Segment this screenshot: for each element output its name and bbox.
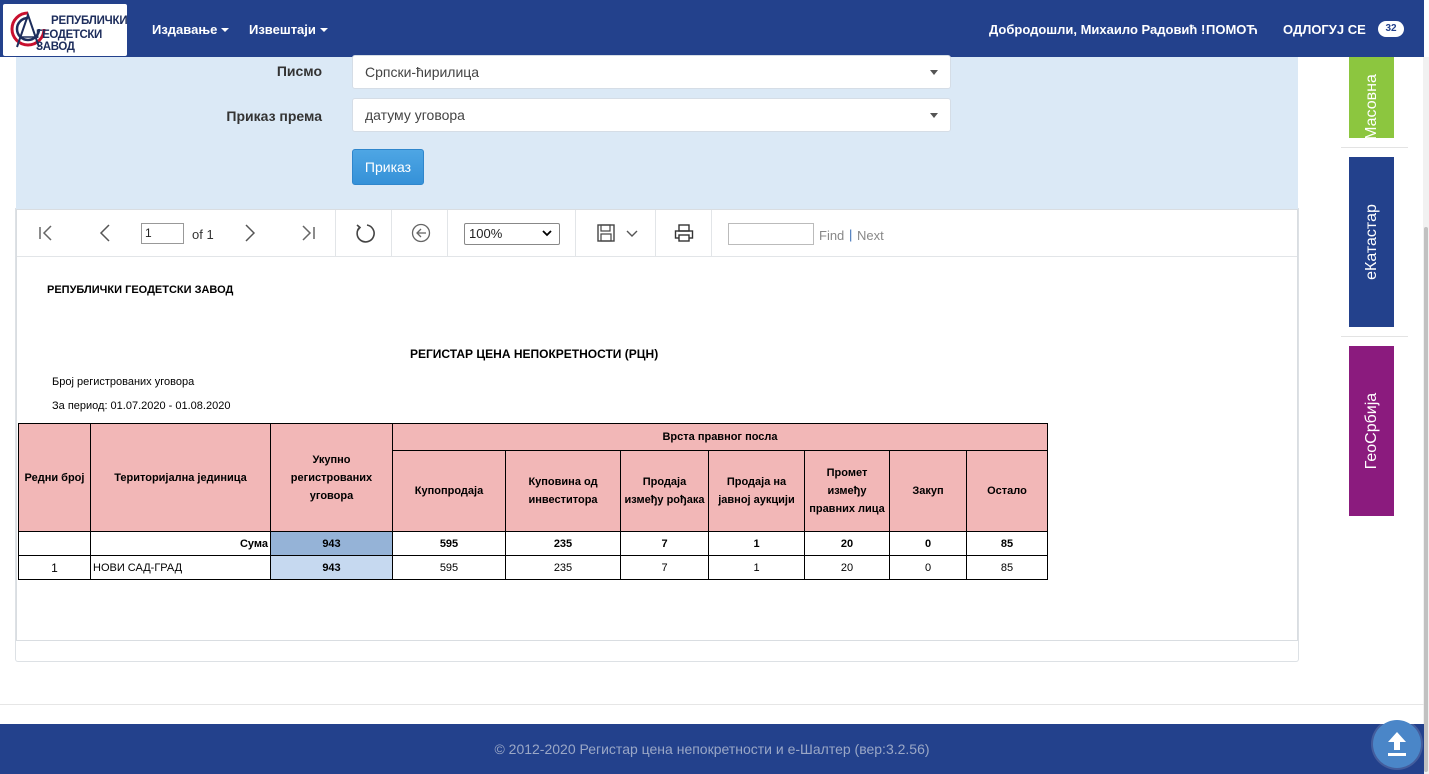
side-tile-ekatastar-label: еКатастар	[1362, 204, 1380, 280]
last-page-icon[interactable]	[297, 222, 319, 244]
menu-izvestaji[interactable]: Извештаји	[249, 22, 328, 37]
header-redni-broj: Редни број	[18, 423, 91, 532]
menu-izdavanje[interactable]: Издавање	[152, 22, 230, 37]
side-tile-masovna-label: Масовна	[1362, 74, 1380, 141]
header-ukupno: Укупно регистрованих уговора	[270, 423, 393, 532]
view-select-value: датуму уговора	[365, 107, 465, 123]
report-period: За период: 01.07.2020 - 01.08.2020	[52, 400, 231, 412]
dropdown-arrow-icon	[930, 70, 938, 75]
page-scrollbar[interactable]	[1423, 57, 1429, 774]
side-divider	[1341, 147, 1408, 148]
caret-down-icon	[221, 28, 230, 32]
side-tile-masovna[interactable]: Масовна	[1349, 57, 1394, 141]
side-tile-geosrbija-label: ГеоСрбија	[1362, 392, 1380, 470]
find-button[interactable]: Find	[819, 228, 844, 243]
logo-line-1: РЕПУБЛИЧКИ	[51, 15, 128, 27]
find-separator: |	[849, 227, 853, 242]
row-value: 85	[966, 555, 1048, 580]
notification-badge[interactable]: 32	[1378, 21, 1404, 37]
header-type: Продаја на јавној аукцији	[708, 450, 805, 532]
next-page-icon[interactable]	[238, 222, 260, 244]
report-table: Редни број Територијална јединица Укупно…	[18, 423, 1048, 580]
zoom-value: 100%	[469, 226, 503, 241]
row-value: 595	[392, 555, 506, 580]
upload-arrow-icon	[1388, 732, 1406, 756]
zoom-select[interactable]: 100%	[464, 223, 560, 245]
table-row: 1 НОВИ САД-ГРАД 943 595 235 7 1 20 0 85	[18, 555, 1048, 580]
side-tile-ekatastar[interactable]: еКатастар	[1349, 157, 1394, 327]
row-total: 943	[270, 555, 393, 580]
back-icon[interactable]	[410, 222, 432, 244]
footer-divider	[0, 704, 1424, 705]
header-type: Куповина од инвеститора	[505, 450, 621, 532]
report-toolbar: 1 of 1 100% Find | Next	[17, 210, 1297, 257]
menu-izvestaji-label: Извештаји	[249, 22, 316, 37]
print-icon[interactable]	[673, 222, 695, 244]
header-type: Остало	[966, 450, 1048, 532]
find-next-button[interactable]: Next	[857, 228, 884, 243]
row-number: 1	[18, 555, 91, 580]
sum-value: 85	[966, 531, 1048, 556]
sum-row: Сума 943 595 235 7 1 20 0 85	[18, 531, 1048, 556]
logo-line-2: ГЕОДЕТСКИ ЗАВОД	[36, 29, 102, 53]
view-label: Приказ према	[226, 108, 322, 124]
report-organization: РЕПУБЛИЧКИ ГЕОДЕТСКИ ЗАВОД	[47, 284, 234, 296]
help-link[interactable]: ПОМОЋ	[1206, 22, 1258, 37]
dropdown-arrow-icon	[930, 113, 938, 118]
sum-value: 7	[620, 531, 709, 556]
menu-izdavanje-label: Издавање	[152, 22, 218, 37]
row-value: 1	[708, 555, 805, 580]
filter-panel: Писмо Српски-ћирилица Приказ према датум…	[16, 55, 1298, 209]
sum-empty-cell	[18, 531, 91, 556]
sum-total: 943	[270, 531, 393, 556]
script-select[interactable]: Српски-ћирилица	[352, 55, 951, 89]
sum-value: 235	[505, 531, 621, 556]
script-label: Писмо	[276, 63, 322, 79]
header-vrsta-pravnog-posla: Врста правног посла	[392, 423, 1048, 451]
row-value: 0	[889, 555, 967, 580]
header-type: Купопродаја	[392, 450, 506, 532]
caret-down-icon	[319, 28, 328, 32]
sum-value: 595	[392, 531, 506, 556]
sum-label: Сума	[90, 531, 271, 556]
scroll-to-top-button[interactable]	[1373, 720, 1421, 768]
chevron-down-icon	[542, 230, 552, 237]
welcome-text: Добродошли, Михаило Радовић !	[989, 22, 1206, 37]
report-viewer: 1 of 1 100% Find | Next РЕПУБЛИЧКИ ГЕОДЕ…	[16, 209, 1298, 641]
row-value: 20	[804, 555, 890, 580]
row-value: 7	[620, 555, 709, 580]
logo[interactable]: РЕПУБЛИЧКИ ГЕОДЕТСКИ ЗАВОД	[3, 4, 128, 56]
sum-value: 0	[889, 531, 967, 556]
top-navbar: РЕПУБЛИЧКИ ГЕОДЕТСКИ ЗАВОД Издавање Изве…	[0, 0, 1424, 57]
header-type: Промет између правних лица	[804, 450, 890, 532]
side-divider	[1341, 336, 1408, 337]
header-teritorijalna-jedinica: Територијална јединица	[90, 423, 271, 532]
view-select[interactable]: датуму уговора	[352, 98, 951, 132]
export-dropdown-chevron-icon[interactable]	[621, 222, 643, 244]
footer: © 2012-2020 Регистар цена непокретности …	[0, 724, 1424, 774]
refresh-icon[interactable]	[354, 222, 376, 244]
find-input[interactable]	[728, 223, 814, 245]
header-type: Продаја између рођака	[620, 450, 709, 532]
page-number-input[interactable]: 1	[141, 223, 184, 244]
header-type: Закуп	[889, 450, 967, 532]
row-value: 235	[505, 555, 621, 580]
sum-value: 20	[804, 531, 890, 556]
logout-link[interactable]: ОДЛОГУЈ СЕ	[1283, 22, 1366, 37]
scrollbar-thumb[interactable]	[1424, 227, 1428, 772]
show-button[interactable]: Приказ	[352, 149, 424, 185]
report-title: РЕГИСТАР ЦЕНА НЕПОКРЕТНОСТИ (РЦН)	[410, 347, 659, 361]
row-unit: НОВИ САД-ГРАД	[90, 555, 271, 580]
previous-page-icon[interactable]	[95, 222, 117, 244]
page-count-label: of 1	[192, 227, 214, 242]
side-tile-geosrbija[interactable]: ГеоСрбија	[1349, 346, 1394, 516]
first-page-icon[interactable]	[35, 222, 57, 244]
sum-value: 1	[708, 531, 805, 556]
save-icon[interactable]	[595, 222, 617, 244]
report-subtitle: Број регистрованих уговора	[52, 376, 195, 388]
script-select-value: Српски-ћирилица	[365, 64, 480, 80]
